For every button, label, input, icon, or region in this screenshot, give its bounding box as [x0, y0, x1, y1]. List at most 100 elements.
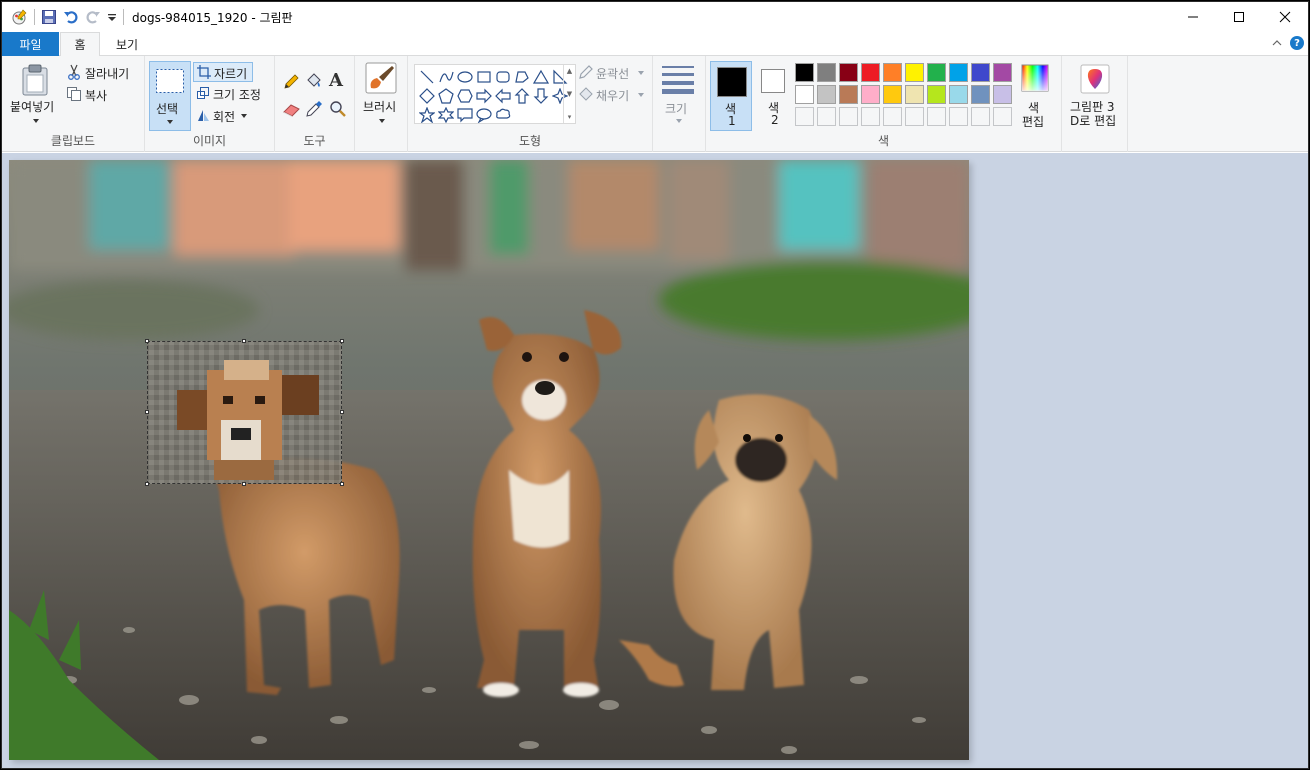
tab-file[interactable]: 파일: [2, 32, 59, 56]
crop-button[interactable]: 자르기: [193, 62, 253, 82]
palette-swatch[interactable]: [861, 63, 880, 82]
color1-button[interactable]: 색 1: [710, 61, 752, 131]
selection-handle-tr[interactable]: [340, 339, 344, 343]
palette-swatch[interactable]: [795, 85, 814, 104]
eraser-icon[interactable]: [283, 102, 301, 118]
undo-icon[interactable]: [63, 9, 79, 25]
pentagon-shape-icon[interactable]: [436, 86, 455, 105]
selection-handle-b[interactable]: [242, 482, 246, 486]
paint-app-icon[interactable]: [10, 8, 28, 26]
rect-callout-shape-icon[interactable]: [455, 105, 474, 124]
select-button[interactable]: 선택: [149, 61, 191, 131]
triangle-shape-icon[interactable]: [531, 67, 550, 86]
minimize-button[interactable]: [1170, 2, 1216, 32]
copy-icon: [67, 87, 81, 101]
tab-home[interactable]: 홈: [60, 32, 100, 57]
edit-colors-button[interactable]: 색 편집: [1018, 61, 1058, 131]
palette-swatch[interactable]: [927, 63, 946, 82]
hexagon-shape-icon[interactable]: [455, 86, 474, 105]
line-shape-icon[interactable]: [417, 67, 436, 86]
expand-gallery-icon[interactable]: ▾: [568, 113, 572, 121]
curve-shape-icon[interactable]: [436, 67, 455, 86]
shapes-scrollbar[interactable]: ▲ ▼ ▾: [563, 65, 575, 123]
rounded-rect-shape-icon[interactable]: [493, 67, 512, 86]
size-button[interactable]: 크기: [657, 60, 703, 130]
scroll-up-icon[interactable]: ▲: [567, 67, 572, 75]
fill-dropdown-icon[interactable]: [637, 92, 645, 98]
palette-swatch[interactable]: [861, 85, 880, 104]
scroll-down-icon[interactable]: ▼: [567, 90, 572, 98]
palette-swatch[interactable]: [927, 85, 946, 104]
color-picker-icon[interactable]: [305, 100, 323, 118]
palette-swatch[interactable]: [883, 107, 902, 126]
oval-shape-icon[interactable]: [455, 67, 474, 86]
selection-handle-tl[interactable]: [145, 339, 149, 343]
drawing-canvas[interactable]: [9, 160, 969, 760]
select-dropdown-icon[interactable]: [166, 119, 174, 125]
palette-swatch[interactable]: [949, 85, 968, 104]
palette-swatch[interactable]: [861, 107, 880, 126]
palette-swatch[interactable]: [993, 107, 1012, 126]
palette-swatch[interactable]: [971, 63, 990, 82]
selection-handle-bl[interactable]: [145, 482, 149, 486]
palette-swatch[interactable]: [795, 107, 814, 126]
selection-handle-r[interactable]: [340, 410, 344, 414]
palette-swatch[interactable]: [817, 85, 836, 104]
paste-dropdown-icon[interactable]: [32, 118, 40, 124]
palette-swatch[interactable]: [949, 63, 968, 82]
selection-rectangle[interactable]: [145, 339, 344, 486]
paste-button[interactable]: 붙여넣기: [10, 60, 62, 132]
right-arrow-shape-icon[interactable]: [474, 86, 493, 105]
palette-swatch[interactable]: [817, 107, 836, 126]
selection-handle-br[interactable]: [340, 482, 344, 486]
brushes-button[interactable]: 브러시: [359, 60, 405, 132]
collapse-ribbon-icon[interactable]: [1272, 38, 1282, 48]
clipboard-group-label: 클립보드: [50, 134, 96, 148]
fill-bucket-icon[interactable]: [305, 72, 323, 90]
tab-view[interactable]: 보기: [102, 32, 152, 56]
palette-swatch[interactable]: [839, 63, 858, 82]
close-button[interactable]: [1262, 2, 1308, 32]
maximize-button[interactable]: [1216, 2, 1262, 32]
outline-dropdown-icon[interactable]: [637, 70, 645, 76]
palette-swatch[interactable]: [905, 107, 924, 126]
customize-qa-icon[interactable]: [107, 9, 117, 25]
palette-swatch[interactable]: [971, 107, 990, 126]
polygon-shape-icon[interactable]: [512, 67, 531, 86]
text-tool-icon[interactable]: A: [329, 70, 343, 91]
up-arrow-shape-icon[interactable]: [512, 86, 531, 105]
pencil-icon[interactable]: [283, 74, 299, 90]
palette-swatch[interactable]: [839, 107, 858, 126]
magnifier-icon[interactable]: [329, 100, 347, 118]
cloud-callout-shape-icon[interactable]: [493, 105, 512, 124]
diamond-shape-icon[interactable]: [417, 86, 436, 105]
oval-callout-shape-icon[interactable]: [474, 105, 493, 124]
rotate-dropdown-icon[interactable]: [240, 113, 248, 119]
palette-swatch[interactable]: [905, 85, 924, 104]
rectangle-shape-icon[interactable]: [474, 67, 493, 86]
palette-swatch[interactable]: [839, 85, 858, 104]
redo-icon[interactable]: [85, 9, 101, 25]
five-point-star-shape-icon[interactable]: [417, 105, 436, 124]
brushes-dropdown-icon[interactable]: [378, 118, 386, 124]
palette-swatch[interactable]: [905, 63, 924, 82]
left-arrow-shape-icon[interactable]: [493, 86, 512, 105]
six-point-star-shape-icon[interactable]: [436, 105, 455, 124]
palette-swatch[interactable]: [883, 85, 902, 104]
selection-handle-t[interactable]: [242, 339, 246, 343]
size-dropdown-icon[interactable]: [675, 118, 683, 124]
palette-swatch[interactable]: [817, 63, 836, 82]
color2-button[interactable]: 색 2: [758, 61, 792, 131]
palette-swatch[interactable]: [883, 63, 902, 82]
down-arrow-shape-icon[interactable]: [531, 86, 550, 105]
palette-swatch[interactable]: [971, 85, 990, 104]
palette-swatch[interactable]: [949, 107, 968, 126]
selection-handle-l[interactable]: [145, 410, 149, 414]
help-icon[interactable]: ?: [1290, 36, 1304, 50]
edit-with-paint3d-button[interactable]: 그림판 3 D로 편집: [1066, 60, 1126, 132]
palette-swatch[interactable]: [927, 107, 946, 126]
palette-swatch[interactable]: [795, 63, 814, 82]
palette-swatch[interactable]: [993, 63, 1012, 82]
palette-swatch[interactable]: [993, 85, 1012, 104]
save-icon[interactable]: [41, 9, 57, 25]
